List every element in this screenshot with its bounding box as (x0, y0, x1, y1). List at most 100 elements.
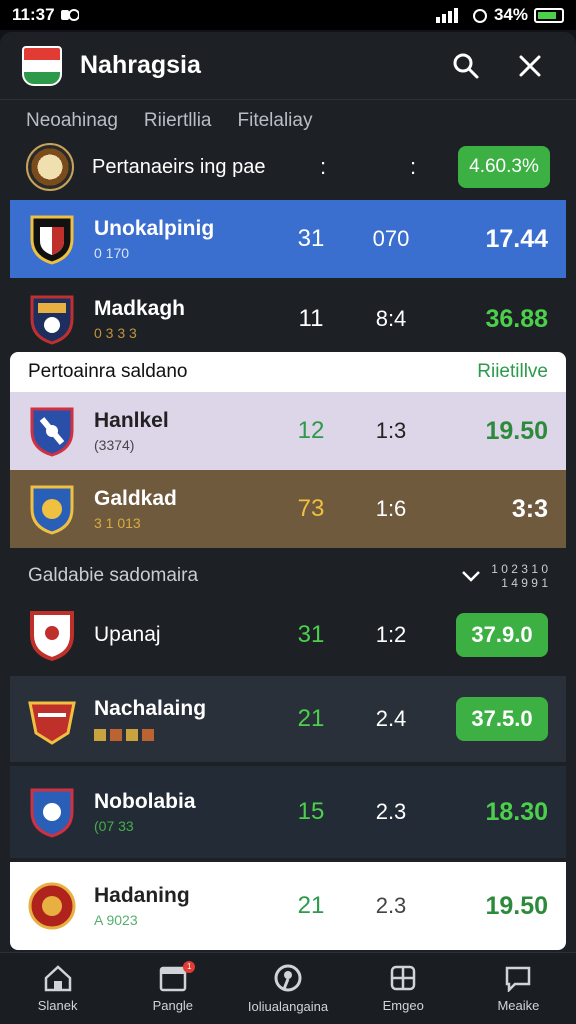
stat-ratio: 1:2 (375, 622, 407, 647)
app-header: Nahragsia (0, 32, 576, 100)
stat-score: 3:3 (511, 494, 548, 523)
shield-icon (30, 215, 74, 265)
nav-item-grid[interactable]: Emgeo (346, 953, 461, 1024)
team-sub: 3 1 013 (94, 515, 141, 531)
section-meta: 1 0 2 3 1 0 (491, 562, 548, 576)
alarm-icon (472, 9, 487, 23)
app-logo (22, 45, 62, 86)
team-sub: (3374) (94, 437, 135, 453)
page-title: Nahragsia (80, 51, 201, 79)
nav-label: Ioliualangaina (247, 999, 329, 1014)
stat-played: 15 (297, 798, 325, 825)
section-header: Galdabie sadomaira 1 0 2 3 1 0 1 4 9 9 1 (10, 556, 566, 596)
filter-tab[interactable]: Neoahinag (26, 110, 118, 132)
bottom-nav: Slanek 1 Pangle Ioliualangaina Emgeo Mea… (0, 952, 576, 1024)
table-row[interactable]: Unokalpinig 0 170 31 070 17.44 (10, 200, 566, 278)
table-row[interactable]: Madkagh 0 3 3 3 11 8:4 36.88 (10, 280, 566, 358)
team-name: Unokalpinig (94, 217, 215, 240)
nav-label: Slanek (37, 998, 78, 1013)
sort-icon[interactable] (461, 568, 481, 584)
team-name: Galdkad (94, 487, 177, 510)
score-badge: 37.5.0 (456, 697, 548, 741)
stat-played: 31 (297, 225, 325, 252)
nav-item-ball[interactable]: Ioliualangaina (230, 953, 345, 1024)
chat-icon (506, 966, 531, 992)
team-name: Madkagh (94, 297, 186, 320)
summary-dot: : (319, 154, 327, 179)
nav-item-chat[interactable]: Meaike (461, 953, 576, 1024)
stat-played: 31 (297, 621, 325, 648)
search-button[interactable] (442, 42, 490, 90)
stat-ratio: 1:6 (375, 496, 407, 521)
team-sub: 0 3 3 3 (94, 325, 137, 341)
stat-ratio: 1:3 (375, 418, 407, 443)
ball-icon (274, 964, 302, 992)
filter-tab[interactable]: Riiertllia (144, 110, 212, 132)
shield-icon (30, 295, 74, 345)
search-icon (453, 53, 479, 78)
section-action-link[interactable]: Riietillve (477, 361, 548, 383)
stat-score: 17.44 (485, 224, 548, 253)
battery-percent: 34% (493, 5, 528, 24)
stat-score: 19.50 (485, 416, 548, 445)
stat-played: 73 (297, 495, 325, 522)
stat-played: 21 (297, 892, 325, 919)
crest-icon (28, 882, 76, 930)
nav-label: Emgeo (382, 998, 424, 1013)
stat-played: 12 (297, 417, 325, 444)
stat-ratio: 2.3 (375, 893, 407, 918)
team-name: Hanlkel (94, 409, 169, 432)
signal-icon (435, 8, 458, 23)
filter-tabs: Neoahinag Riiertllia Fitelaliay (26, 110, 312, 132)
shield-icon (30, 485, 74, 535)
shield-icon (30, 788, 74, 838)
nav-item-calendar[interactable]: 1 Pangle (115, 953, 230, 1024)
table-row[interactable]: Hanlkel (3374) 12 1:3 19.50 (10, 392, 566, 470)
stat-score: 36.88 (485, 304, 548, 333)
home-icon (44, 965, 71, 992)
nav-item-home[interactable]: Slanek (0, 953, 115, 1024)
team-name: Nobolabia (94, 790, 196, 813)
table-row[interactable]: Galdkad 3 1 013 73 1:6 3:3 (10, 470, 566, 548)
shield-icon (30, 407, 74, 457)
stat-ratio: 8:4 (375, 306, 407, 331)
stat-ratio: 070 (372, 226, 410, 251)
team-name: Nachalaing (94, 697, 207, 720)
summary-dot: : (409, 154, 417, 179)
stat-score: 19.50 (485, 891, 548, 920)
stat-played: 11 (298, 305, 324, 332)
team-sub: A 9023 (94, 912, 138, 928)
score-badge: 37.9.0 (456, 613, 548, 657)
table-row[interactable]: Upanaj 31 1:2 37.9.0 (10, 596, 566, 674)
status-time: 11:37 (12, 5, 55, 24)
close-button[interactable] (506, 42, 554, 90)
notification-badge: 1 (183, 961, 196, 973)
team-sub: 0 170 (94, 245, 130, 261)
nav-label: Meaike (497, 998, 540, 1013)
team-sub: (07 33 (94, 818, 134, 834)
league-crest-icon (26, 143, 74, 191)
stat-ratio: 2.4 (375, 706, 407, 731)
form-indicators (94, 729, 276, 741)
shield-icon (28, 701, 76, 745)
notification-icon (60, 9, 79, 21)
shield-icon (30, 611, 74, 661)
stat-score: 18.30 (485, 797, 548, 826)
table-row[interactable]: Hadaning A 9023 21 2.3 19.50 (10, 862, 566, 950)
section-meta: 1 4 9 9 1 (501, 576, 548, 590)
stat-played: 21 (297, 705, 325, 732)
summary-row[interactable]: Pertanaeirs ing pae : : 4.60.3% (10, 138, 566, 196)
section-title: Pertoainra saldano (28, 361, 188, 382)
section-title: Galdabie sadomaira (28, 565, 199, 586)
battery-icon (534, 7, 564, 23)
section-header: Pertoainra saldano Riietillve (10, 352, 566, 392)
table-row[interactable]: Nachalaing 21 2.4 37.5.0 (10, 676, 566, 762)
status-bar: 11:37 34% (0, 0, 576, 30)
table-row[interactable]: Nobolabia (07 33 15 2.3 18.30 (10, 766, 566, 858)
team-name: Hadaning (94, 884, 190, 907)
grid-icon (390, 965, 416, 991)
close-icon (519, 55, 541, 76)
filter-tab[interactable]: Fitelaliay (238, 110, 313, 132)
team-name: Upanaj (94, 623, 161, 646)
summary-value-badge: 4.60.3% (458, 146, 550, 188)
